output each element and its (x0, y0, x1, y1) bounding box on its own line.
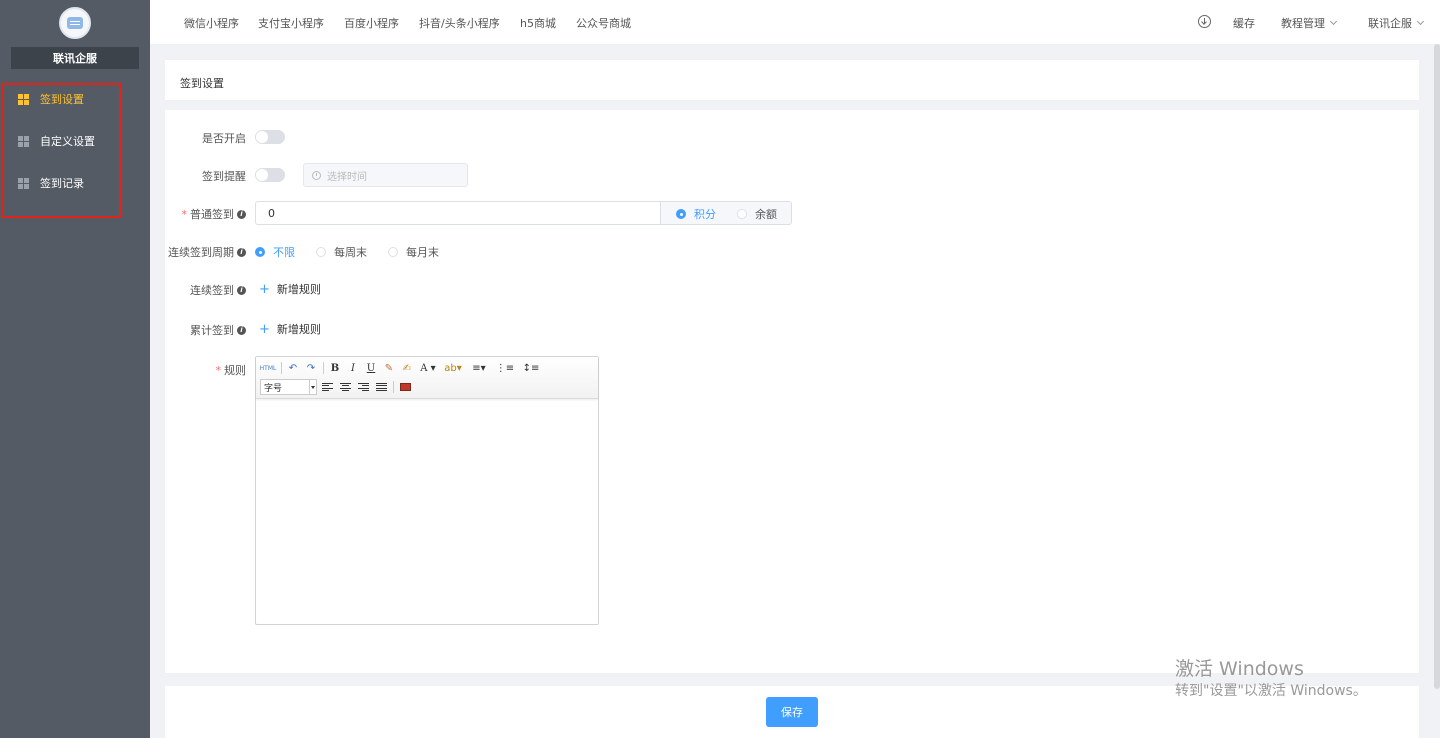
continuous-checkin-label: 连续签到 i (190, 282, 246, 298)
sidebar: 联讯企服 签到设置 自定义设置 签到记录 (0, 0, 150, 738)
grid-icon (18, 177, 29, 189)
radio-weekend[interactable]: 每周末 (316, 244, 367, 260)
activation-watermark-title: 激活 Windows (1175, 658, 1304, 680)
tutorial-label: 教程管理 (1281, 17, 1325, 30)
account-menu[interactable]: 联讯企服 (1368, 15, 1425, 31)
page-title-card: 签到设置 (165, 60, 1419, 100)
save-button[interactable]: 保存 (766, 697, 818, 727)
top-navbar: 微信小程序 支付宝小程序 百度小程序 抖音/头条小程序 h5商城 公众号商城 缓… (150, 0, 1440, 44)
redo-icon[interactable]: ↷ (304, 361, 318, 375)
time-placeholder: 选择时间 (327, 171, 367, 183)
format-brush-icon[interactable]: ✍ (400, 361, 414, 375)
sidebar-item-checkin-settings[interactable]: 签到设置 (18, 89, 84, 109)
info-icon[interactable]: i (237, 325, 246, 335)
radio-points[interactable]: 积分 (676, 206, 716, 222)
align-justify-icon[interactable] (374, 380, 388, 394)
highlight-icon[interactable]: ab▾ (442, 361, 464, 375)
logo-area: 联讯企服 (0, 0, 150, 78)
italic-icon[interactable]: I (346, 361, 360, 375)
remind-switch[interactable] (255, 168, 285, 182)
page-title: 签到设置 (180, 77, 224, 90)
normal-checkin-input[interactable]: 0 (255, 201, 661, 225)
radio-monthend[interactable]: 每月末 (388, 244, 439, 260)
editor-toolbar: HTML ↶ ↷ B I U ✎ ✍ A ▾ ab▾ ≡▾ ⋮≡ ↕≡ 字号 (256, 357, 598, 399)
download-icon[interactable] (1198, 15, 1211, 28)
radio-balance[interactable]: 余额 (737, 206, 777, 222)
rules-label: * 规则 (215, 363, 247, 378)
cumulative-checkin-label: 累计签到 i (190, 322, 246, 338)
add-continuous-rule-button[interactable]: + 新增规则 (259, 281, 321, 297)
radio-dot (676, 209, 686, 219)
align-center-icon[interactable] (338, 380, 352, 394)
account-label: 联讯企服 (1368, 17, 1412, 30)
grid-icon (18, 135, 29, 147)
info-icon[interactable]: i (237, 209, 246, 219)
radio-dot (316, 247, 326, 257)
cycle-label: 连续签到周期 i (168, 244, 246, 260)
radio-dot (388, 247, 398, 257)
tab-h5-mall[interactable]: h5商城 (520, 15, 556, 31)
tab-baidu-miniprogram[interactable]: 百度小程序 (344, 15, 399, 31)
line-height-icon[interactable]: ↕≡ (520, 361, 542, 375)
tutorial-menu[interactable]: 教程管理 (1281, 15, 1338, 31)
chevron-down-icon (1416, 17, 1425, 26)
chevron-down-icon (1329, 17, 1338, 26)
enable-label: 是否开启 (202, 132, 246, 145)
sidebar-item-checkin-records[interactable]: 签到记录 (18, 173, 84, 193)
brand-name: 联讯企服 (11, 47, 139, 69)
html-source-icon[interactable]: HTML (260, 361, 277, 375)
clock-icon (312, 170, 321, 180)
align-right-icon[interactable] (356, 380, 370, 394)
info-icon[interactable]: i (237, 285, 246, 295)
rich-text-editor[interactable]: HTML ↶ ↷ B I U ✎ ✍ A ▾ ab▾ ≡▾ ⋮≡ ↕≡ 字号 (255, 356, 599, 625)
scroll-thumb[interactable] (1434, 44, 1440, 689)
grid-icon (18, 93, 29, 105)
activation-watermark-hint: 转到"设置"以激活 Windows。 (1175, 683, 1367, 699)
sidebar-item-label: 自定义设置 (40, 135, 95, 148)
radio-unlimited[interactable]: 不限 (255, 244, 295, 260)
remind-label: 签到提醒 (202, 170, 246, 183)
cache-button[interactable]: 缓存 (1233, 15, 1255, 31)
bold-icon[interactable]: B (328, 361, 342, 375)
underline-icon[interactable]: U (364, 361, 378, 375)
sidebar-item-label: 签到记录 (40, 177, 84, 190)
ordered-list-icon[interactable]: ≡▾ (468, 361, 490, 375)
tab-official-account-mall[interactable]: 公众号商城 (576, 15, 631, 31)
info-icon[interactable]: i (237, 247, 246, 257)
vertical-scrollbar[interactable] (1434, 44, 1440, 738)
font-size-select[interactable]: 字号 (260, 379, 317, 395)
align-left-icon[interactable] (320, 380, 334, 394)
font-color-icon[interactable]: A ▾ (418, 361, 438, 375)
tab-alipay-miniprogram[interactable]: 支付宝小程序 (258, 15, 324, 31)
undo-icon[interactable]: ↶ (286, 361, 300, 375)
radio-dot (737, 209, 747, 219)
tab-douyin-miniprogram[interactable]: 抖音/头条小程序 (419, 15, 500, 31)
enable-switch[interactable] (255, 130, 285, 144)
add-cumulative-rule-button[interactable]: + 新增规则 (259, 321, 321, 337)
unordered-list-icon[interactable]: ⋮≡ (494, 361, 516, 375)
sidebar-item-label: 签到设置 (40, 93, 84, 106)
time-picker[interactable]: 选择时间 (303, 163, 468, 187)
normal-checkin-label: * 普通签到 i (182, 206, 246, 222)
eraser-icon[interactable]: ✎ (382, 361, 396, 375)
radio-dot (255, 247, 265, 257)
plus-icon: + (259, 321, 270, 337)
sidebar-item-custom-settings[interactable]: 自定义设置 (18, 131, 95, 151)
tab-wechat-miniprogram[interactable]: 微信小程序 (184, 15, 239, 31)
image-icon[interactable] (398, 380, 412, 394)
logo-icon (59, 7, 91, 39)
plus-icon: + (259, 281, 270, 297)
